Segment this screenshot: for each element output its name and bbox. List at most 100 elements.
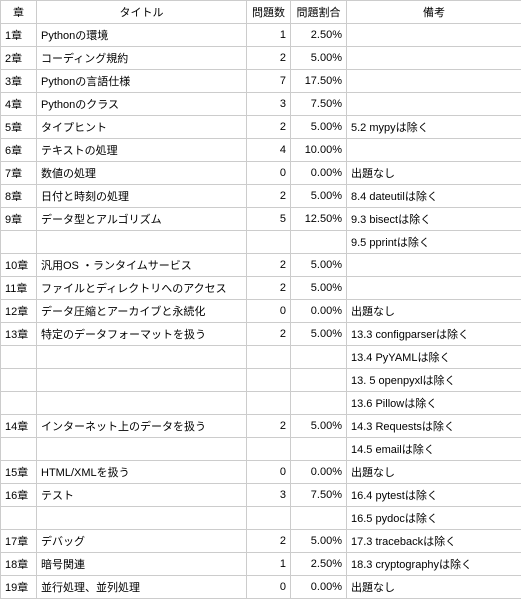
cell-count xyxy=(247,392,291,415)
cell-count: 2 xyxy=(247,277,291,300)
cell-chapter: 2章 xyxy=(1,47,37,70)
cell-chapter: 11章 xyxy=(1,277,37,300)
table-row: 14章インターネット上のデータを扱う25.00%14.3 Requestsは除く xyxy=(1,415,521,438)
cell-note: 14.5 emailは除く xyxy=(347,438,521,461)
cell-chapter: 13章 xyxy=(1,323,37,346)
table-row: 13章特定のデータフォーマットを扱う25.00%13.3 configparse… xyxy=(1,323,521,346)
table-row: 13.6 Pillowは除く xyxy=(1,392,521,415)
cell-note xyxy=(347,139,521,162)
table-row: 3章Pythonの言語仕様717.50% xyxy=(1,70,521,93)
cell-title: コーディング規約 xyxy=(37,47,247,70)
table-row: 8章日付と時刻の処理25.00%8.4 dateutilは除く xyxy=(1,185,521,208)
cell-title xyxy=(37,392,247,415)
cell-ratio: 5.00% xyxy=(291,415,347,438)
table-row: 15章HTML/XMLを扱う00.00%出題なし xyxy=(1,461,521,484)
cell-ratio: 7.50% xyxy=(291,484,347,507)
cell-ratio: 5.00% xyxy=(291,277,347,300)
table-row: 13.4 PyYAMLは除く xyxy=(1,346,521,369)
cell-title: ファイルとディレクトリへのアクセス xyxy=(37,277,247,300)
cell-chapter: 6章 xyxy=(1,139,37,162)
cell-note: 13. 5 openpyxlは除く xyxy=(347,369,521,392)
cell-title: 数値の処理 xyxy=(37,162,247,185)
cell-note: 13.6 Pillowは除く xyxy=(347,392,521,415)
table-row: 13. 5 openpyxlは除く xyxy=(1,369,521,392)
cell-title: 日付と時刻の処理 xyxy=(37,185,247,208)
cell-note: 17.3 tracebackは除く xyxy=(347,530,521,553)
cell-ratio xyxy=(291,392,347,415)
table-row: 2章コーディング規約25.00% xyxy=(1,47,521,70)
cell-title: データ型とアルゴリズム xyxy=(37,208,247,231)
cell-title xyxy=(37,369,247,392)
cell-ratio: 0.00% xyxy=(291,300,347,323)
cell-title: Pythonの環境 xyxy=(37,24,247,47)
cell-chapter: 17章 xyxy=(1,530,37,553)
cell-chapter: 7章 xyxy=(1,162,37,185)
cell-note: 16.5 pydocは除く xyxy=(347,507,521,530)
cell-count: 2 xyxy=(247,323,291,346)
cell-note xyxy=(347,24,521,47)
cell-count: 5 xyxy=(247,208,291,231)
cell-count: 0 xyxy=(247,576,291,599)
cell-chapter xyxy=(1,369,37,392)
table-row: 14.5 emailは除く xyxy=(1,438,521,461)
cell-note: 9.5 pprintは除く xyxy=(347,231,521,254)
cell-note xyxy=(347,93,521,116)
cell-note: 18.3 cryptographyは除く xyxy=(347,553,521,576)
cell-title: データ圧縮とアーカイブと永続化 xyxy=(37,300,247,323)
cell-note: 16.4 pytestは除く xyxy=(347,484,521,507)
table-row: 1章Pythonの環境12.50% xyxy=(1,24,521,47)
cell-chapter: 8章 xyxy=(1,185,37,208)
cell-ratio: 5.00% xyxy=(291,47,347,70)
cell-ratio: 0.00% xyxy=(291,162,347,185)
cell-count: 2 xyxy=(247,530,291,553)
cell-chapter: 1章 xyxy=(1,24,37,47)
cell-note: 出題なし xyxy=(347,300,521,323)
cell-chapter: 12章 xyxy=(1,300,37,323)
cell-count: 4 xyxy=(247,139,291,162)
cell-title: インターネット上のデータを扱う xyxy=(37,415,247,438)
cell-chapter: 14章 xyxy=(1,415,37,438)
table-body: 1章Pythonの環境12.50%2章コーディング規約25.00%3章Pytho… xyxy=(1,24,521,599)
cell-count: 0 xyxy=(247,162,291,185)
header-note: 備考 xyxy=(347,1,521,24)
cell-title: テスト xyxy=(37,484,247,507)
cell-count: 1 xyxy=(247,553,291,576)
cell-note: 13.4 PyYAMLは除く xyxy=(347,346,521,369)
cell-count xyxy=(247,438,291,461)
table-row: 7章数値の処理00.00%出題なし xyxy=(1,162,521,185)
cell-ratio: 5.00% xyxy=(291,185,347,208)
cell-count xyxy=(247,369,291,392)
cell-chapter xyxy=(1,346,37,369)
cell-count: 3 xyxy=(247,484,291,507)
cell-chapter: 15章 xyxy=(1,461,37,484)
cell-chapter: 10章 xyxy=(1,254,37,277)
table-row: 16.5 pydocは除く xyxy=(1,507,521,530)
cell-note xyxy=(347,254,521,277)
cell-title: タイプヒント xyxy=(37,116,247,139)
table-row: 16章テスト37.50%16.4 pytestは除く xyxy=(1,484,521,507)
cell-ratio: 7.50% xyxy=(291,93,347,116)
cell-note: 出題なし xyxy=(347,461,521,484)
table-row: 5章タイプヒント25.00%5.2 mypyは除く xyxy=(1,116,521,139)
cell-title: テキストの処理 xyxy=(37,139,247,162)
table-row: 11章ファイルとディレクトリへのアクセス25.00% xyxy=(1,277,521,300)
cell-chapter: 5章 xyxy=(1,116,37,139)
table-row: 6章テキストの処理410.00% xyxy=(1,139,521,162)
cell-note: 8.4 dateutilは除く xyxy=(347,185,521,208)
cell-chapter xyxy=(1,438,37,461)
cell-title: Pythonの言語仕様 xyxy=(37,70,247,93)
cell-title: 汎用OS ・ランタイムサービス xyxy=(37,254,247,277)
cell-count: 0 xyxy=(247,300,291,323)
cell-ratio: 5.00% xyxy=(291,530,347,553)
cell-count: 1 xyxy=(247,24,291,47)
cell-ratio xyxy=(291,438,347,461)
cell-chapter: 16章 xyxy=(1,484,37,507)
cell-title xyxy=(37,231,247,254)
table-row: 17章デバッグ25.00%17.3 tracebackは除く xyxy=(1,530,521,553)
cell-note: 5.2 mypyは除く xyxy=(347,116,521,139)
cell-chapter: 18章 xyxy=(1,553,37,576)
cell-chapter: 3章 xyxy=(1,70,37,93)
table-row: 9章データ型とアルゴリズム512.50%9.3 bisectは除く xyxy=(1,208,521,231)
cell-count: 2 xyxy=(247,415,291,438)
cell-chapter xyxy=(1,507,37,530)
